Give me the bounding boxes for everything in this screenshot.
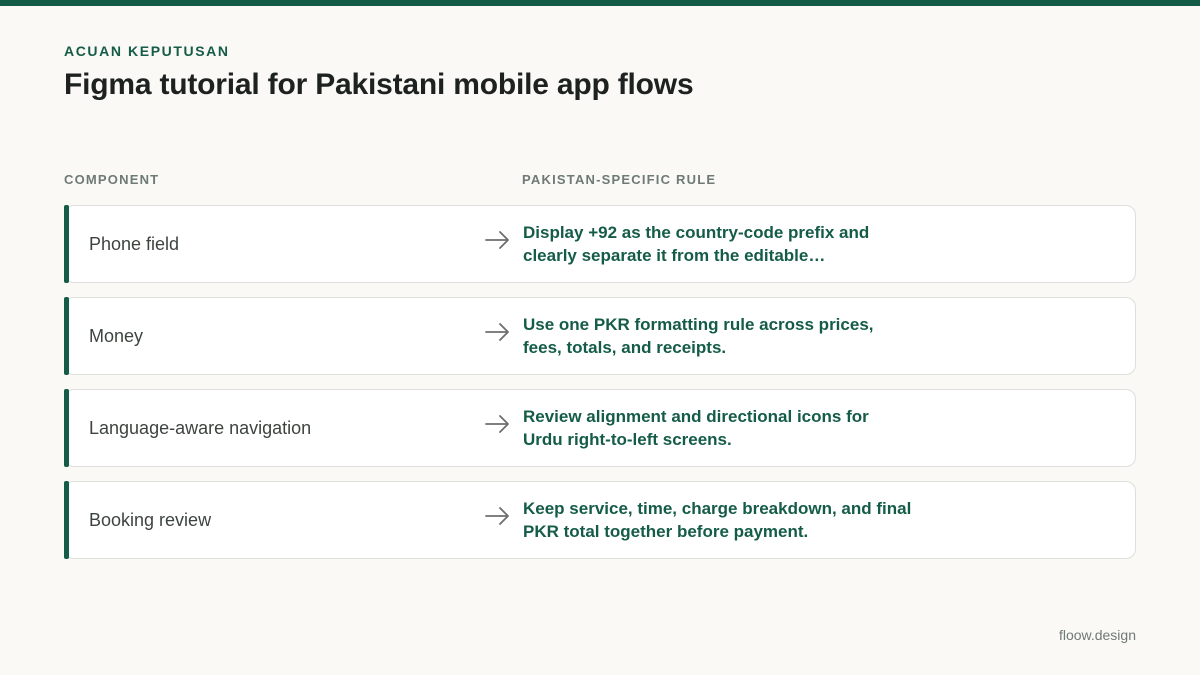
top-accent-bar <box>0 0 1200 6</box>
column-header-component: COMPONENT <box>64 172 160 187</box>
rule-list: Phone field Display +92 as the country-c… <box>64 205 1136 573</box>
component-label: Money <box>89 325 144 346</box>
rule-text: Keep service, time, charge breakdown, an… <box>523 499 912 541</box>
rule-text: Review alignment and directional icons f… <box>523 407 869 449</box>
rule-row-money: Money Use one PKR formatting rule across… <box>64 297 1136 375</box>
arrow-right-icon <box>485 415 509 433</box>
rule-row-phone-field: Phone field Display +92 as the country-c… <box>64 205 1136 283</box>
component-label: Language-aware navigation <box>89 417 312 438</box>
arrow-right-icon <box>485 323 509 341</box>
arrow-right-icon <box>485 507 509 525</box>
component-label: Phone field <box>89 233 180 254</box>
rule-text: Use one PKR formatting rule across price… <box>523 315 874 357</box>
column-header-rule: PAKISTAN-SPECIFIC RULE <box>522 172 717 187</box>
rule-text: Display +92 as the country-code prefix a… <box>523 223 870 265</box>
arrow-right-icon <box>485 231 509 249</box>
rule-row-language-navigation: Language-aware navigation Review alignme… <box>64 389 1136 467</box>
page-title: Figma tutorial for Pakistani mobile app … <box>64 68 694 101</box>
footer-brand: floow.design <box>1058 627 1136 643</box>
eyebrow-label: ACUAN KEPUTUSAN <box>64 43 230 59</box>
component-label: Booking review <box>89 509 212 530</box>
rule-row-booking-review: Booking review Keep service, time, charg… <box>64 481 1136 559</box>
